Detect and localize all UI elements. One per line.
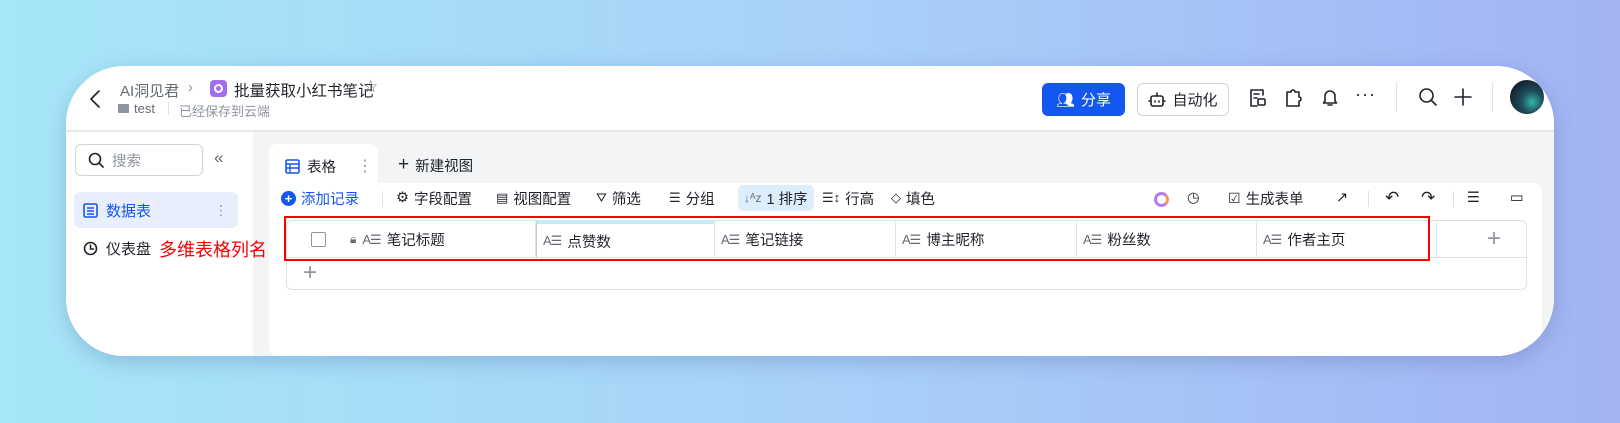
history-icon[interactable]: ◷ bbox=[1187, 185, 1200, 211]
paint-bucket-icon: ◇ bbox=[891, 190, 901, 205]
search-icon bbox=[88, 152, 104, 168]
group-label: 分组 bbox=[685, 191, 715, 208]
sidebar: 搜索 « 数据表 ⋮ 仪表盘 多维表格列名 bbox=[66, 132, 267, 356]
plus-circle-icon: + bbox=[281, 190, 296, 206]
more-vertical-icon[interactable]: ⋮ bbox=[214, 202, 228, 219]
new-view-button[interactable]: + 新建视图 bbox=[398, 154, 473, 176]
form-checkbox-icon: ☑ bbox=[1228, 189, 1241, 206]
divider bbox=[1368, 191, 1369, 207]
folder-name[interactable]: test bbox=[134, 101, 155, 116]
star-icon[interactable]: ☆ bbox=[363, 77, 378, 97]
tab-label: 表格 bbox=[307, 159, 336, 176]
add-row-icon[interactable]: + bbox=[303, 259, 317, 287]
doc-title[interactable]: 批量获取小红书笔记 bbox=[234, 79, 374, 101]
share-button[interactable]: 👥︎ 分享 bbox=[1042, 83, 1125, 116]
table-icon bbox=[83, 202, 98, 218]
search-icon[interactable] bbox=[1418, 87, 1438, 107]
search-placeholder: 搜索 bbox=[112, 153, 141, 170]
redo-icon[interactable]: ↷ bbox=[1421, 185, 1435, 211]
more-vertical-icon[interactable]: ⋮ bbox=[357, 156, 373, 176]
plugin-icon[interactable] bbox=[1284, 88, 1302, 108]
chevron-right-icon: › bbox=[188, 79, 193, 96]
row-height-label: 行高 bbox=[845, 191, 875, 208]
plus-icon[interactable] bbox=[1453, 87, 1473, 107]
row-height-icon: ☰↕ bbox=[822, 190, 841, 205]
back-icon[interactable] bbox=[88, 88, 102, 110]
app-window: AI洞见君 › 批量获取小红书笔记 ☆ test 已经保存到云端 👥︎ 分享 自动… bbox=[66, 66, 1554, 356]
header: AI洞见君 › 批量获取小红书笔记 ☆ test 已经保存到云端 👥︎ 分享 自动… bbox=[66, 66, 1554, 132]
new-view-label: 新建视图 bbox=[415, 158, 474, 175]
divider bbox=[1453, 191, 1454, 207]
document-lock-icon[interactable] bbox=[1249, 88, 1267, 108]
sidebar-item-label: 仪表盘 bbox=[106, 241, 152, 258]
share-label: 分享 bbox=[1081, 92, 1112, 109]
gear-icon: ⚙︎ bbox=[396, 190, 409, 206]
save-status: 已经保存到云端 bbox=[179, 104, 271, 119]
generate-form-button[interactable]: ☑ 生成表单 bbox=[1228, 185, 1304, 211]
view-config-button[interactable]: ▤ 视图配置 bbox=[496, 185, 571, 211]
plus-icon: + bbox=[398, 154, 410, 175]
group-button[interactable]: ☰ 分组 bbox=[669, 185, 715, 211]
divider bbox=[168, 102, 169, 115]
folder-icon bbox=[118, 104, 129, 113]
bell-icon[interactable] bbox=[1321, 87, 1339, 107]
group-icon: ☰ bbox=[669, 190, 681, 205]
sidebar-search-input[interactable]: 搜索 bbox=[75, 144, 203, 176]
automation-button[interactable]: 自动化 bbox=[1137, 83, 1229, 116]
row-height-button[interactable]: ☰↕ 行高 bbox=[822, 185, 874, 211]
field-config-label: 字段配置 bbox=[414, 191, 472, 208]
main-content: 表格 ⋮ + 新建视图 + 添加记录 ⚙︎ 字段配置 ▤ 视图配置 ⛛ 筛选 ☰ 分组 ↓ᴬ… bbox=[253, 132, 1554, 356]
generate-form-label: 生成表单 bbox=[1245, 191, 1304, 208]
tab-table[interactable]: 表格 ⋮ bbox=[269, 144, 378, 188]
breadcrumb-workspace[interactable]: AI洞见君 bbox=[120, 80, 179, 101]
filter-label: 筛选 bbox=[611, 191, 641, 208]
collapse-sidebar-icon[interactable]: « bbox=[214, 148, 223, 168]
add-record-label: 添加记录 bbox=[301, 191, 359, 208]
base-app-icon bbox=[210, 80, 227, 97]
comment-icon[interactable]: ▭ bbox=[1510, 185, 1524, 211]
sidebar-item-dashboard[interactable]: 仪表盘 bbox=[83, 238, 151, 259]
share-export-icon[interactable]: ↗ bbox=[1336, 185, 1348, 211]
sort-icon: ↓ᴬz bbox=[744, 191, 762, 205]
avatar[interactable] bbox=[1510, 80, 1544, 114]
automation-label: 自动化 bbox=[1172, 92, 1218, 109]
dashboard-icon bbox=[83, 241, 98, 256]
divider bbox=[1396, 82, 1397, 112]
robot-icon bbox=[1148, 91, 1167, 107]
fill-color-label: 填色 bbox=[906, 191, 935, 208]
filter-button[interactable]: ⛛ 筛选 bbox=[596, 185, 641, 211]
fill-color-button[interactable]: ◇ 填色 bbox=[891, 185, 935, 211]
sidebar-item-label: 数据表 bbox=[106, 202, 152, 220]
annotation-label: 多维表格列名 bbox=[159, 240, 267, 260]
add-record-button[interactable]: + 添加记录 bbox=[281, 185, 359, 211]
sidebar-item-data-table[interactable]: 数据表 ⋮ bbox=[74, 192, 238, 228]
field-config-button[interactable]: ⚙︎ 字段配置 bbox=[396, 185, 472, 211]
divider bbox=[1492, 82, 1493, 112]
table-icon bbox=[285, 158, 300, 174]
annotation-box bbox=[284, 216, 1430, 261]
add-column-icon[interactable]: + bbox=[1487, 225, 1501, 253]
sort-label: 1 排序 bbox=[766, 191, 808, 208]
more-icon[interactable]: ··· bbox=[1355, 84, 1376, 105]
view-config-icon: ▤ bbox=[496, 190, 509, 205]
ai-assistant-icon[interactable] bbox=[1154, 192, 1169, 207]
sort-button[interactable]: ↓ᴬz 1 排序 bbox=[738, 185, 814, 211]
filter-icon: ⛛ bbox=[596, 190, 607, 205]
search-records-icon[interactable]: ☰ bbox=[1467, 185, 1480, 211]
view-config-label: 视图配置 bbox=[513, 191, 572, 208]
share-user-icon: 👥︎ bbox=[1055, 91, 1076, 109]
undo-icon[interactable]: ↶ bbox=[1385, 185, 1399, 211]
divider bbox=[382, 191, 383, 207]
